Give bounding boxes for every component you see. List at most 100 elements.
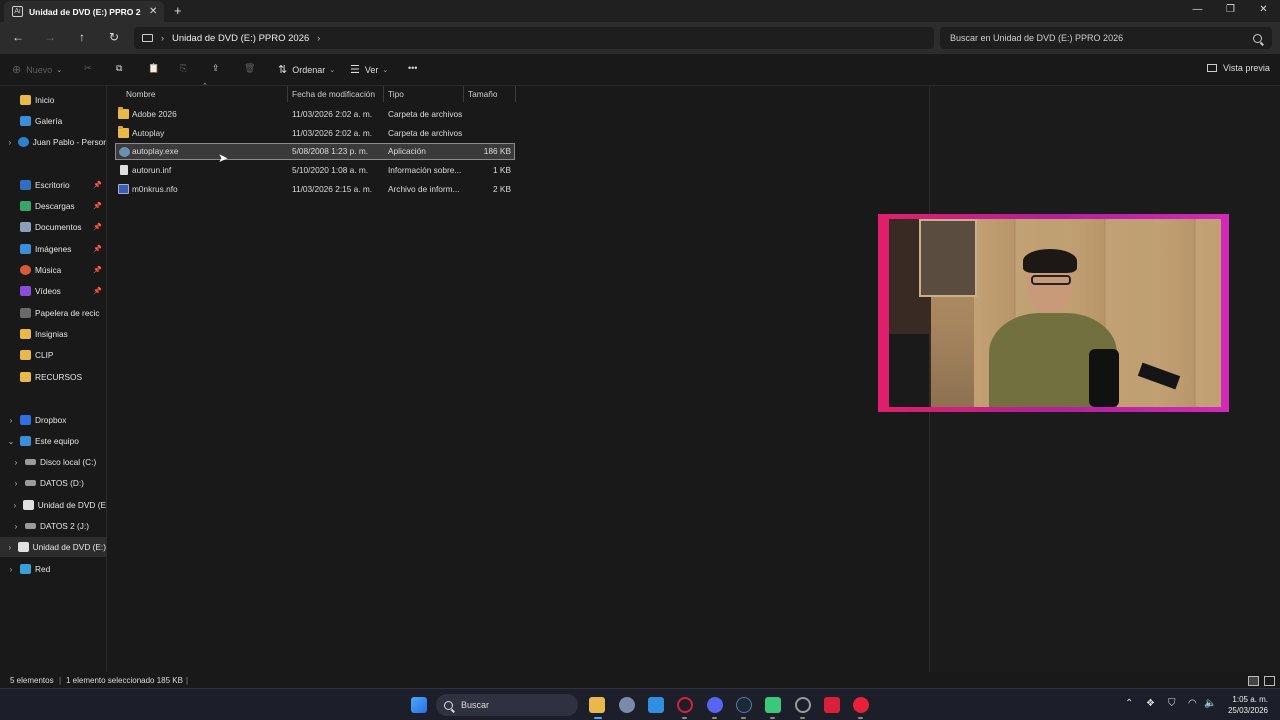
details-view-icon[interactable]: [1248, 676, 1259, 686]
status-separator: |: [186, 676, 189, 685]
sidebar-item-escritorio[interactable]: Escritorio 📌: [0, 175, 106, 195]
chevron-right-icon[interactable]: ›: [11, 479, 21, 488]
volume-icon[interactable]: 🔈: [1204, 698, 1216, 709]
video-editor-icon[interactable]: [824, 697, 840, 713]
sidebar-item-label: Documentos: [35, 222, 82, 232]
window-controls: — ❐ ✕: [1181, 0, 1280, 22]
back-button[interactable]: ←: [10, 30, 26, 44]
forward-button[interactable]: →: [42, 30, 58, 44]
chevron-right-icon[interactable]: ›: [317, 33, 320, 43]
pin-icon[interactable]: 📌: [93, 181, 102, 189]
sidebar-item-red[interactable]: › Red: [0, 559, 106, 579]
monitor-icon[interactable]: [142, 34, 153, 42]
cut-button[interactable]: ✂: [84, 63, 92, 74]
column-header-name[interactable]: Nombre: [122, 86, 288, 102]
tab-dvd-drive[interactable]: Ai Unidad de DVD (E:) PPRO 202 ✕: [4, 1, 164, 22]
sidebar-item-dvd-e-root[interactable]: › Unidad de DVD (E:): [0, 537, 106, 557]
breadcrumb-dvd-drive[interactable]: Unidad de DVD (E:) PPRO 2026: [172, 33, 309, 44]
sidebar-item-inicio[interactable]: Inicio: [0, 90, 106, 110]
close-tab-icon[interactable]: ✕: [149, 6, 157, 17]
tiles-view-icon[interactable]: [1264, 676, 1275, 686]
sort-button[interactable]: ⇅ Ordenar ⌄: [278, 63, 335, 76]
sidebar-item-onedrive[interactable]: › Juan Pablo - Persor: [0, 132, 106, 152]
minimize-button[interactable]: —: [1181, 0, 1214, 22]
column-header-type[interactable]: Tipo: [384, 86, 464, 102]
new-tab-button[interactable]: +: [174, 3, 182, 18]
sidebar-item-recursos[interactable]: RECURSOS: [0, 367, 106, 387]
opera-icon[interactable]: [677, 697, 693, 713]
file-row-selected[interactable]: autoplay.exe 5/08/2008 1:23 p. m. Aplica…: [115, 143, 515, 160]
dropbox-tray-icon[interactable]: ❖: [1146, 698, 1155, 709]
new-button[interactable]: ⊕ Nuevo ⌄: [12, 63, 62, 76]
sidebar-item-galeria[interactable]: Galería: [0, 111, 106, 131]
paste-button[interactable]: 📋: [148, 63, 159, 74]
delete-button[interactable]: 🗑: [244, 63, 255, 74]
preview-pane-button[interactable]: Vista previa: [1207, 63, 1270, 73]
chevron-right-icon[interactable]: ›: [6, 416, 16, 425]
file-row[interactable]: autorun.inf 5/10/2020 1:08 a. m. Informa…: [115, 162, 515, 179]
documents-icon: [20, 222, 31, 232]
sidebar-item-dvd-e[interactable]: › Unidad de DVD (E: [0, 495, 106, 515]
steam-icon[interactable]: [736, 697, 752, 713]
refresh-button[interactable]: ↻: [106, 30, 122, 44]
chevron-down-icon[interactable]: ⌄: [6, 437, 16, 446]
copy-button[interactable]: ⧉: [116, 63, 122, 74]
pin-icon[interactable]: 📌: [93, 202, 102, 210]
chevron-right-icon[interactable]: ›: [161, 33, 164, 43]
shield-icon[interactable]: ⛉: [1168, 698, 1176, 709]
maximize-button[interactable]: ❐: [1214, 0, 1247, 22]
sidebar-item-clip[interactable]: CLIP: [0, 345, 106, 365]
inf-file-icon: [120, 165, 128, 175]
store-icon[interactable]: [648, 697, 664, 713]
search-icon: [444, 700, 453, 710]
sidebar-item-insignias[interactable]: Insignias: [0, 324, 106, 344]
chrome-icon[interactable]: [795, 697, 811, 713]
pin-icon[interactable]: 📌: [93, 223, 102, 231]
chevron-right-icon[interactable]: ›: [11, 501, 19, 510]
chevron-up-icon[interactable]: ⌃: [1125, 698, 1133, 709]
close-window-button[interactable]: ✕: [1247, 0, 1280, 22]
sidebar-item-papelera[interactable]: Papelera de recic: [0, 303, 106, 323]
gallery-icon: [20, 116, 31, 126]
settings-icon[interactable]: [619, 697, 635, 713]
chevron-right-icon[interactable]: ›: [11, 522, 21, 531]
column-header-modified[interactable]: Fecha de modificación: [288, 86, 384, 102]
start-icon[interactable]: [411, 697, 427, 713]
pin-icon[interactable]: 📌: [93, 287, 102, 295]
sidebar-item-disco-c[interactable]: › Disco local (C:): [0, 452, 106, 472]
sidebar-item-datos-d[interactable]: › DATOS (D:): [0, 473, 106, 493]
chevron-right-icon[interactable]: ›: [6, 565, 16, 574]
folder-icon: [20, 329, 31, 339]
taskbar-clock[interactable]: 1:05 a. m. 25/03/2026: [1228, 694, 1268, 716]
more-options-button[interactable]: •••: [408, 63, 417, 73]
file-row[interactable]: m0nkrus.nfo 11/03/2026 2:15 a. m. Archiv…: [115, 181, 515, 198]
sidebar-item-descargas[interactable]: Descargas 📌: [0, 196, 106, 216]
chat-icon[interactable]: [765, 697, 781, 713]
chevron-right-icon[interactable]: ›: [6, 543, 14, 552]
file-row[interactable]: Autoplay 11/03/2026 2:02 a. m. Carpeta d…: [115, 125, 515, 142]
sidebar-item-este-equipo[interactable]: ⌄ Este equipo: [0, 431, 106, 451]
rename-button[interactable]: ⎘: [180, 63, 187, 74]
sidebar-item-musica[interactable]: Música 📌: [0, 260, 106, 280]
share-button[interactable]: ⇪: [212, 63, 220, 74]
taskbar-search[interactable]: Buscar: [436, 694, 578, 716]
sidebar-item-imagenes[interactable]: Imágenes 📌: [0, 239, 106, 259]
column-header-size[interactable]: Tamaño: [464, 86, 516, 102]
youtube-icon[interactable]: [853, 697, 869, 713]
chevron-right-icon[interactable]: ›: [11, 458, 21, 467]
search-input[interactable]: Buscar en Unidad de DVD (E:) PPRO 2026: [940, 27, 1272, 49]
chevron-right-icon[interactable]: ›: [6, 138, 14, 147]
view-button[interactable]: ☰ Ver ⌄: [350, 63, 388, 76]
sidebar-item-dropbox[interactable]: › Dropbox: [0, 410, 106, 430]
sidebar-item-videos[interactable]: Vídeos 📌: [0, 281, 106, 301]
sidebar-item-datos2-j[interactable]: › DATOS 2 (J:): [0, 516, 106, 536]
file-row[interactable]: Adobe 2026 11/03/2026 2:02 a. m. Carpeta…: [115, 106, 515, 123]
up-button[interactable]: ↑: [74, 30, 90, 44]
file-explorer-icon[interactable]: [589, 697, 605, 713]
wifi-icon[interactable]: ◠: [1188, 698, 1197, 709]
discord-icon[interactable]: [707, 697, 723, 713]
pin-icon[interactable]: 📌: [93, 266, 102, 274]
address-bar[interactable]: › Unidad de DVD (E:) PPRO 2026 ›: [134, 27, 934, 49]
pin-icon[interactable]: 📌: [93, 245, 102, 253]
sidebar-item-documentos[interactable]: Documentos 📌: [0, 217, 106, 237]
